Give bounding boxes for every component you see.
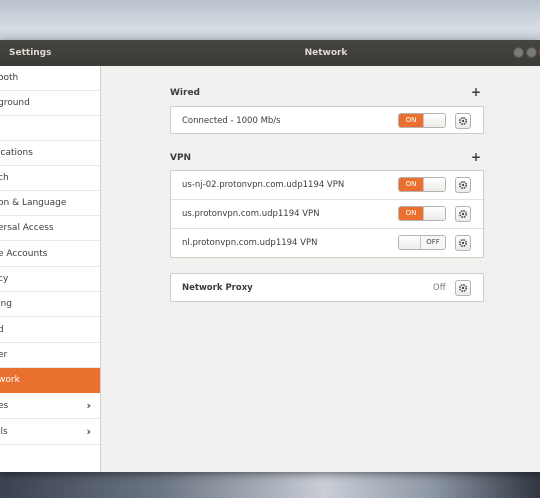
sidebar-item-label: ing (0, 299, 12, 309)
settings-window: Settings Network ooth ground ications ch… (0, 40, 540, 472)
sidebar-item-dock[interactable] (0, 116, 100, 141)
sidebar-item-details[interactable]: ils › (0, 420, 100, 445)
sidebar-item-label: ground (0, 98, 30, 108)
vpn-settings-button[interactable] (455, 177, 471, 193)
gear-icon (458, 180, 468, 190)
proxy-settings-button[interactable] (455, 280, 471, 296)
sidebar-item-notifications[interactable]: ications (0, 141, 100, 166)
proxy-panel: Network Proxy Off (170, 273, 484, 302)
wired-connection-row: Connected - 1000 Mb/s ON (171, 107, 483, 136)
vpn-toggle[interactable]: OFF (398, 235, 446, 250)
sidebar-item-privacy[interactable]: cy (0, 267, 100, 292)
sidebar-item-power[interactable]: er (0, 343, 100, 368)
title-bar[interactable]: Settings Network (0, 40, 540, 66)
gear-icon (458, 238, 468, 248)
sidebar-item-network[interactable]: work (0, 368, 100, 393)
panel-title: Network (304, 48, 348, 58)
sidebar-item-sharing[interactable]: ing (0, 292, 100, 317)
sidebar-item-background[interactable]: ground (0, 91, 100, 116)
vpn-connection-name: us.protonvpn.com.udp1194 VPN (182, 209, 320, 219)
vpn-settings-button[interactable] (455, 235, 471, 251)
toggle-on-label: ON (399, 178, 423, 191)
vpn-connection-name: nl.protonvpn.com.udp1194 VPN (182, 238, 318, 248)
settings-sidebar: ooth ground ications ch on & Language er… (0, 66, 101, 472)
sidebar-item-label: d (0, 318, 4, 342)
wired-connection-name: Connected - 1000 Mb/s (182, 116, 281, 126)
vpn-toggle[interactable]: ON (398, 177, 446, 192)
sidebar-item-label: ersal Access (0, 223, 54, 233)
toggle-knob (399, 236, 421, 249)
sidebar-item-bluetooth[interactable]: ooth (0, 66, 100, 91)
proxy-status: Off (433, 283, 446, 293)
sidebar-item-devices[interactable]: es › (0, 394, 100, 419)
sidebar-item-label: ooth (0, 73, 19, 83)
toggle-on-label: ON (399, 114, 423, 127)
toggle-on-label: ON (399, 207, 423, 220)
vpn-toggle[interactable]: ON (398, 206, 446, 221)
sidebar-item-label: work (0, 375, 20, 385)
vpn-connection-row: nl.protonvpn.com.udp1194 VPN OFF (171, 229, 483, 258)
sidebar-item-label: e Accounts (0, 249, 48, 259)
vpn-connection-row: us.protonvpn.com.udp1194 VPN ON (171, 200, 483, 229)
chevron-right-icon: › (86, 425, 91, 438)
sidebar-item-label: ch (0, 173, 9, 183)
proxy-name: Network Proxy (182, 283, 253, 293)
vpn-connection-name: us-nj-02.protonvpn.com.udp1194 VPN (182, 180, 345, 190)
add-vpn-button[interactable]: + (471, 150, 481, 164)
vpn-settings-button[interactable] (455, 206, 471, 222)
toggle-knob (423, 178, 445, 191)
sidebar-item-region-language[interactable]: on & Language (0, 191, 100, 216)
add-wired-button[interactable]: + (471, 85, 481, 99)
sidebar-item-online-accounts[interactable]: e Accounts (0, 242, 100, 267)
sidebar-item-label: es (0, 401, 9, 411)
vpn-panel: us-nj-02.protonvpn.com.udp1194 VPN ON us… (170, 170, 484, 258)
network-panel: Wired + Connected - 1000 Mb/s ON VPN + u… (101, 66, 540, 472)
minimize-button[interactable] (513, 47, 524, 58)
chevron-right-icon: › (86, 399, 91, 412)
gear-icon (458, 283, 468, 293)
vpn-section-title: VPN (170, 153, 192, 163)
wired-panel: Connected - 1000 Mb/s ON (170, 106, 484, 134)
sidebar-item-universal-access[interactable]: ersal Access (0, 216, 100, 241)
sidebar-item-sound[interactable]: d (0, 318, 100, 343)
toggle-knob (423, 114, 445, 127)
wired-toggle[interactable]: ON (398, 113, 446, 128)
sidebar-item-label: ications (0, 148, 33, 158)
sidebar-item-label: ils (0, 427, 8, 437)
proxy-row[interactable]: Network Proxy Off (171, 274, 483, 303)
toggle-off-label: OFF (426, 238, 440, 246)
toggle-knob (423, 207, 445, 220)
sidebar-item-label: er (0, 350, 8, 360)
wired-section-title: Wired (170, 88, 200, 98)
gear-icon (458, 116, 468, 126)
vpn-connection-row: us-nj-02.protonvpn.com.udp1194 VPN ON (171, 171, 483, 200)
sidebar-item-label: cy (0, 274, 9, 284)
maximize-button[interactable] (526, 47, 537, 58)
desktop-wallpaper-bottom (0, 470, 540, 498)
sidebar-item-search[interactable]: ch (0, 166, 100, 191)
wired-settings-button[interactable] (455, 113, 471, 129)
gear-icon (458, 209, 468, 219)
sidebar-item-label: on & Language (0, 198, 67, 208)
